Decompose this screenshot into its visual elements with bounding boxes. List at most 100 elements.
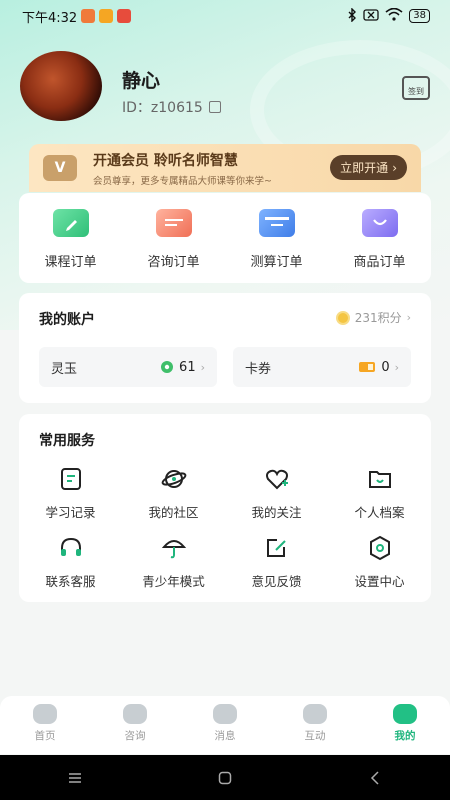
coin-icon	[335, 310, 350, 325]
vip-badge-icon: V	[43, 155, 77, 181]
service-study-record[interactable]: 学习记录	[19, 466, 122, 521]
copy-icon[interactable]	[208, 101, 221, 113]
menu-button[interactable]	[60, 768, 90, 788]
vip-open-button[interactable]: 立即开通 ›	[330, 155, 407, 180]
service-profile-archive[interactable]: 个人档案	[328, 466, 431, 521]
tab-label: 我的	[394, 730, 416, 742]
tab-mine[interactable]: 我的	[375, 704, 435, 754]
vip-banner[interactable]: V 开通会员 聆听名师智慧 会员尊享，更多专属精品大师课等你来学~ 立即开通 ›	[29, 144, 421, 192]
status-time: 下午4:32	[22, 10, 78, 26]
points-link[interactable]: 231积分 ›	[335, 309, 411, 326]
checkin-button[interactable]: 签到	[402, 76, 430, 100]
service-customer-support[interactable]: 联系客服	[19, 535, 122, 590]
username: 静心	[122, 70, 161, 92]
home-button[interactable]	[210, 768, 240, 788]
tab-home[interactable]: 首页	[15, 704, 75, 754]
home-icon	[33, 704, 57, 724]
order-label: 咨询订单	[147, 255, 200, 270]
user-id-text: ID：z10615	[122, 100, 203, 116]
square-home-icon	[218, 771, 232, 784]
headset-icon	[60, 537, 81, 556]
service-label: 意见反馈	[251, 574, 302, 589]
menu-icon	[69, 772, 81, 783]
vip-subtitle: 会员尊享，更多专属精品大师课等你来学~	[93, 175, 272, 187]
service-community[interactable]: 我的社区	[122, 466, 225, 521]
service-label: 青少年模式	[142, 574, 205, 589]
order-goods[interactable]: 商品订单	[335, 209, 425, 283]
umbrella-icon	[161, 540, 186, 559]
service-follow[interactable]: 我的关注	[225, 466, 328, 521]
service-feedback[interactable]: 意见反馈	[225, 535, 328, 590]
coupon-value: 0	[381, 359, 390, 375]
system-nav-bar	[0, 755, 450, 800]
lingyu-label: 灵玉	[51, 361, 78, 377]
consult-icon	[123, 704, 147, 724]
course-order-icon	[52, 209, 89, 237]
account-card: 我的账户 231积分 › 灵玉 61 › 卡券 0 ›	[19, 293, 431, 403]
order-label: 商品订单	[353, 255, 406, 270]
service-settings[interactable]: 设置中心	[328, 535, 431, 590]
sim-off-icon	[363, 8, 379, 24]
consult-order-icon	[155, 209, 192, 237]
chevron-right-icon: ›	[394, 360, 399, 374]
notification-app-icon	[99, 9, 114, 23]
tab-label: 首页	[34, 730, 56, 742]
services-card: 常用服务 学习记录 我的社区 我的关注 个人档案 联系客服 青少年模式 意见反馈	[19, 414, 431, 602]
bottom-tab-bar: 首页 咨询 消息 互动 我的	[0, 696, 450, 754]
service-label: 学习记录	[45, 505, 96, 520]
wifi-icon	[385, 7, 403, 24]
vip-open-label: 立即开通	[340, 161, 389, 175]
coupon-box[interactable]: 卡券 0 ›	[233, 347, 411, 387]
avatar[interactable]	[20, 51, 102, 121]
ticket-icon	[359, 362, 376, 372]
lingyu-box[interactable]: 灵玉 61 ›	[39, 347, 217, 387]
interact-icon	[303, 704, 327, 724]
service-label: 联系客服	[45, 574, 96, 589]
profile-folder-icon	[368, 471, 391, 488]
order-calc[interactable]: 测算订单	[232, 209, 322, 283]
orders-card: 课程订单 咨询订单 测算订单 商品订单	[19, 193, 431, 283]
tab-label: 咨询	[124, 730, 146, 742]
calc-order-icon	[258, 209, 295, 237]
feedback-icon	[266, 539, 286, 557]
mine-icon	[393, 704, 417, 724]
chevron-right-icon: ›	[200, 360, 205, 374]
tab-messages[interactable]: 消息	[195, 704, 255, 754]
chevron-right-icon: ›	[392, 160, 397, 175]
study-record-icon	[60, 468, 81, 490]
order-label: 课程订单	[44, 255, 97, 270]
order-consult[interactable]: 咨询订单	[129, 209, 219, 283]
community-icon	[161, 470, 186, 488]
notification-app-icon	[81, 9, 96, 23]
points-text: 231积分	[354, 311, 402, 325]
service-label: 设置中心	[354, 574, 405, 589]
service-label: 个人档案	[354, 505, 405, 520]
checkin-label: 签到	[408, 87, 424, 96]
goods-order-icon	[361, 209, 398, 237]
bluetooth-icon	[347, 6, 357, 25]
back-icon	[370, 770, 379, 785]
status-bar: 下午4:32 38	[0, 0, 450, 32]
back-button[interactable]	[360, 768, 390, 788]
notification-app-icon	[117, 9, 132, 23]
chevron-right-icon: ›	[406, 311, 411, 324]
service-teen-mode[interactable]: 青少年模式	[122, 535, 225, 590]
coupon-label: 卡券	[245, 361, 272, 377]
services-title: 常用服务	[39, 430, 95, 450]
follow-heart-icon	[265, 469, 288, 490]
tab-label: 互动	[304, 730, 326, 742]
vip-title: 开通会员 聆听名师智慧	[93, 152, 238, 169]
lingyu-value: 61	[179, 359, 196, 375]
battery-indicator: 38	[409, 9, 430, 23]
message-icon	[213, 704, 237, 724]
tab-label: 消息	[214, 730, 236, 742]
service-label: 我的社区	[148, 505, 199, 520]
service-label: 我的关注	[251, 505, 302, 520]
tab-consult[interactable]: 咨询	[105, 704, 165, 754]
user-id: ID：z10615	[122, 97, 221, 117]
account-title: 我的账户	[39, 309, 95, 329]
jade-icon	[161, 361, 174, 373]
tab-interact[interactable]: 互动	[285, 704, 345, 754]
order-course[interactable]: 课程订单	[26, 209, 116, 283]
settings-hex-icon	[369, 535, 390, 561]
